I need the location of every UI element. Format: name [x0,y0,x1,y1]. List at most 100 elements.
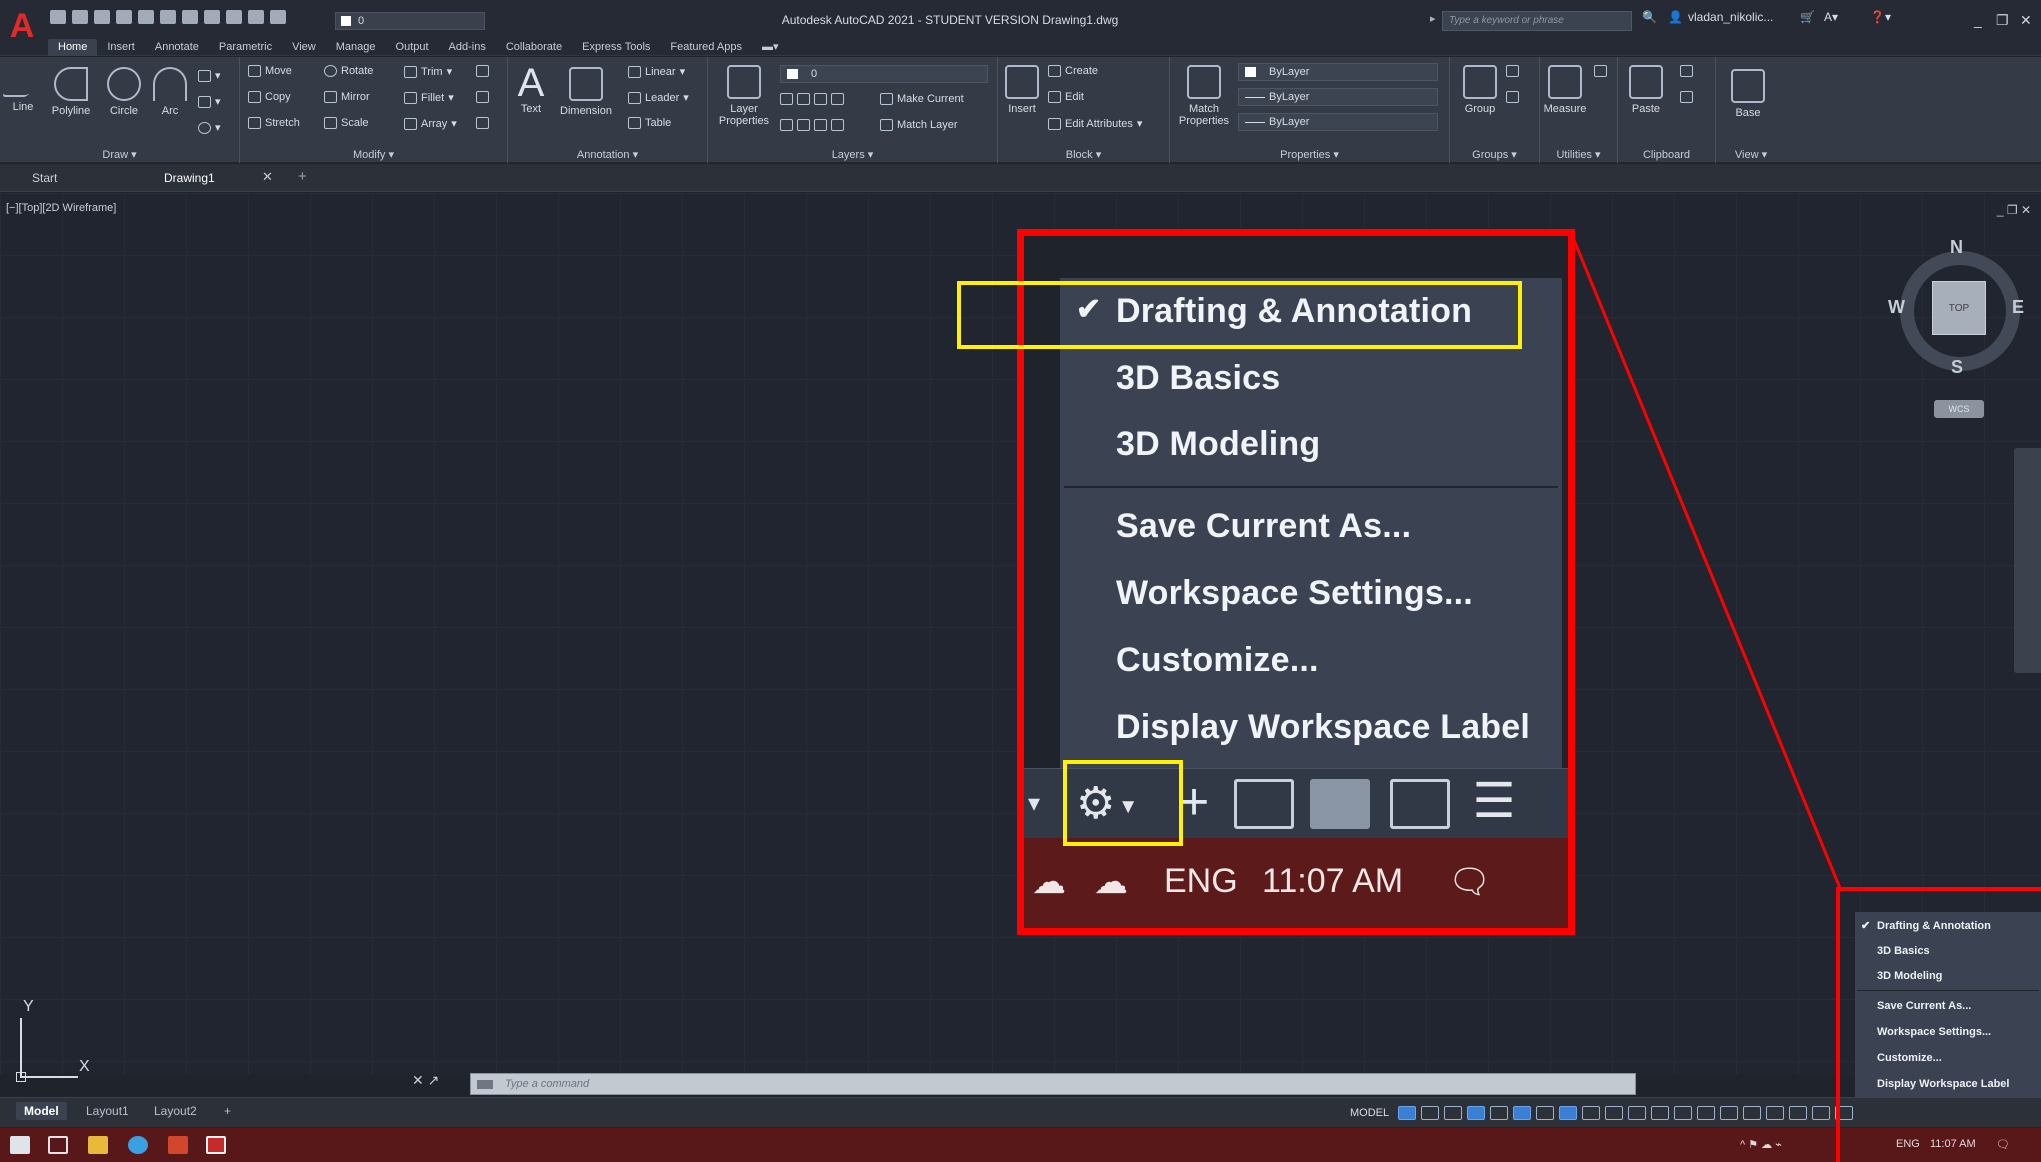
help-search-input[interactable]: Type a keyword or phrase [1442,11,1632,31]
measure-tool[interactable]: Measure [1542,65,1588,115]
polyline-tool[interactable]: Polyline [46,67,96,117]
tray-icons[interactable]: ^ ⚑ ☁ ⌁ [1740,1138,1782,1151]
erase-tool[interactable] [476,65,489,77]
scale-tool[interactable]: Scale [324,117,369,129]
file-tab-drawing1[interactable]: Drawing1 [164,169,215,187]
start-menu-icon[interactable] [10,1136,30,1154]
tab-collaborate[interactable]: Collaborate [496,39,572,56]
panel-modify-title[interactable]: Modify ▾ [240,148,507,161]
powerpoint-icon[interactable] [168,1136,188,1154]
panel-block-title[interactable]: Block ▾ [998,148,1169,161]
weather-warning-icon[interactable]: ☁ [1032,862,1066,902]
panel-layers-title[interactable]: Layers ▾ [708,148,997,161]
save-icon[interactable] [94,10,110,24]
menu-item-3d-basics[interactable]: 3D Basics [1116,359,1280,398]
lineweight-dropdown[interactable]: ByLayer [1238,113,1438,131]
isolate-objects-icon[interactable] [1766,1106,1785,1120]
ellipse-tool[interactable]: ▾ [198,121,221,134]
restore-button[interactable]: ❐ [1996,12,2009,29]
grid-icon[interactable] [1398,1106,1417,1120]
units-icon[interactable] [1234,779,1294,829]
panel-view-title[interactable]: View ▾ [1716,148,1786,161]
base-tool[interactable]: Base [1726,69,1770,119]
leader-tool[interactable]: Leader ▾ [628,91,689,104]
layout-tab-model[interactable]: Model [16,1102,67,1120]
create-block-tool[interactable]: Create [1048,65,1098,77]
annotation-scale-icon[interactable] [1651,1106,1670,1120]
zoomed-language[interactable]: ENG [1164,862,1238,901]
mini-item-workspace-settings[interactable]: Workspace Settings... [1877,1026,1991,1038]
transparency-icon[interactable] [1605,1106,1624,1120]
copy-clip-tool[interactable] [1680,91,1693,103]
tab-parametric[interactable]: Parametric [209,39,282,56]
workspace-gear-icon[interactable] [1720,1106,1739,1120]
compass-east[interactable]: E [2012,297,2024,318]
new-tab-icon[interactable]: + [298,168,307,185]
layer-properties-tool[interactable]: Layer Properties [714,65,774,127]
layout-tab-layout2[interactable]: Layout2 [146,1102,205,1120]
move-tool[interactable]: Move [248,65,292,77]
polar-icon[interactable] [1490,1106,1509,1120]
tab-express-tools[interactable]: Express Tools [572,39,660,56]
circle-tool[interactable]: Circle [104,67,144,117]
viewport-window-controls[interactable]: _ ❐ ✕ [1997,203,2031,217]
isodraft-icon[interactable] [1513,1106,1532,1120]
line-tool[interactable]: Line [1,67,45,113]
close-tab-icon[interactable]: ✕ [262,169,273,185]
arc-tool[interactable]: Arc [150,67,190,117]
mini-item-display-workspace-label[interactable]: Display Workspace Label [1877,1078,2009,1090]
mirror-tool[interactable]: Mirror [324,91,370,103]
layer-state-icon[interactable] [204,10,220,24]
mini-item-3d-basics[interactable]: 3D Basics [1877,945,1930,957]
annotation-monitor-icon[interactable] [1743,1106,1762,1120]
compass-west[interactable]: W [1888,297,1905,318]
auto-scale-icon[interactable] [1697,1106,1716,1120]
tab-output[interactable]: Output [386,39,439,56]
menu-item-3d-modeling[interactable]: 3D Modeling [1116,425,1320,464]
quick-properties-icon[interactable] [1310,779,1370,829]
tab-manage[interactable]: Manage [326,39,386,56]
selection-cycling-icon[interactable] [1628,1106,1647,1120]
qat-layer-dropdown[interactable]: 0 [335,12,485,30]
dimension-tool[interactable]: Dimension [556,67,616,117]
ribbon-options-icon[interactable]: ▬▾ [752,39,789,56]
minimize-button[interactable]: _ [1974,12,1982,28]
fillet-tool[interactable]: Fillet ▾ [404,91,454,104]
viewcube-top-face[interactable]: TOP [1932,281,1986,335]
plot-icon[interactable] [138,10,154,24]
calculator-tool[interactable] [1594,65,1607,77]
group-edit-tool[interactable] [1506,91,1519,103]
copy-tool[interactable]: Copy [248,91,291,103]
viewport-controls-label[interactable]: [−][Top][2D Wireframe] [6,202,116,214]
insert-tool[interactable]: Insert [1002,65,1042,115]
array-tool[interactable]: Array ▾ [404,117,457,130]
annotation-visibility-icon[interactable] [1674,1106,1693,1120]
redo-icon[interactable] [182,10,198,24]
compass-south[interactable]: S [1951,357,1963,378]
add-layout-icon[interactable]: + [216,1102,239,1120]
tab-home[interactable]: Home [48,38,98,56]
panel-properties-title[interactable]: Properties ▾ [1170,148,1449,161]
user-icon[interactable]: 👤 [1668,10,1683,24]
infer-constraints-icon[interactable] [1444,1106,1463,1120]
panel-groups-title[interactable]: Groups ▾ [1450,148,1539,161]
match-layer-tool[interactable]: Match Layer [880,119,958,131]
status-dropdown-icon[interactable]: ▾ [1028,779,1048,829]
mini-item-3d-modeling[interactable]: 3D Modeling [1877,970,1942,982]
sun-icon[interactable] [248,10,264,24]
mini-item-save-current-as[interactable]: Save Current As... [1877,1000,1971,1012]
text-tool[interactable]: A Text [514,63,548,115]
linetype-dropdown[interactable]: ByLayer [1238,88,1438,106]
group-tool[interactable]: Group [1460,65,1500,115]
autocad-taskbar-icon[interactable] [206,1136,226,1154]
layout-tab-layout1[interactable]: Layout1 [78,1102,137,1120]
tab-insert[interactable]: Insert [97,39,145,56]
zoomed-clock[interactable]: 11:07 AM [1262,862,1403,901]
cloud-upload-icon[interactable]: ☁ [1094,862,1128,902]
cut-tool[interactable] [1680,65,1693,77]
search-expand-icon[interactable]: ▸ [1430,12,1436,25]
edit-attributes-tool[interactable]: Edit Attributes ▾ [1048,117,1142,130]
wcs-menu[interactable]: WCS [1934,400,1984,418]
mini-item-drafting-annotation[interactable]: Drafting & Annotation [1877,920,1991,932]
offset-tool[interactable] [476,117,489,129]
